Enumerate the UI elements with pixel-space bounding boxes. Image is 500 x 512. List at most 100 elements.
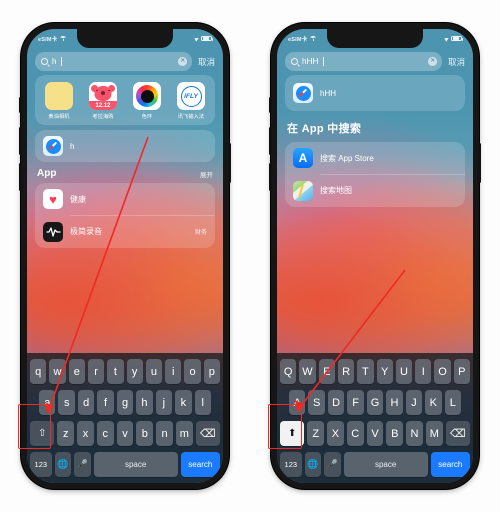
search-key[interactable]: search: [430, 452, 471, 477]
mic-icon[interactable]: 🎤: [324, 452, 341, 477]
safari-suggestion-card[interactable]: h: [35, 130, 215, 162]
key-x[interactable]: x: [77, 421, 94, 446]
list-item[interactable]: h: [35, 130, 215, 162]
table-row[interactable]: ♥ 健康: [35, 183, 215, 215]
shift-key[interactable]: ⬆: [280, 421, 305, 446]
app-cell-kaola[interactable]: 12.12 考拉海购: [81, 82, 125, 120]
cancel-button[interactable]: 取消: [198, 56, 215, 68]
key-y[interactable]: Y: [376, 359, 393, 384]
key-s[interactable]: S: [308, 390, 325, 415]
search-input[interactable]: hHH ✕: [285, 52, 442, 71]
key-t[interactable]: T: [357, 359, 374, 384]
power-button[interactable]: [478, 143, 481, 183]
search-key[interactable]: search: [180, 452, 221, 477]
key-m[interactable]: m: [175, 421, 193, 446]
key-y[interactable]: y: [126, 359, 143, 384]
globe-icon[interactable]: 🌐: [54, 452, 72, 477]
key-k[interactable]: k: [175, 390, 192, 415]
key-u[interactable]: u: [145, 359, 163, 384]
key-c[interactable]: c: [96, 421, 114, 446]
app-cell-butter-camera[interactable]: 黄油相机: [37, 82, 81, 120]
power-button[interactable]: [228, 143, 231, 183]
key-f[interactable]: f: [97, 390, 114, 415]
key-h[interactable]: h: [136, 390, 153, 415]
key-p[interactable]: P: [453, 359, 470, 384]
key-d[interactable]: d: [77, 390, 95, 415]
key-h[interactable]: H: [386, 390, 403, 415]
key-n[interactable]: N: [406, 421, 423, 446]
key-a[interactable]: a: [39, 390, 56, 415]
shift-key[interactable]: ⇧: [30, 421, 55, 446]
safari-icon: [293, 83, 313, 103]
backspace-key[interactable]: ⌫: [445, 421, 470, 446]
numeric-key[interactable]: 123: [30, 452, 52, 477]
key-i[interactable]: I: [415, 359, 432, 384]
cancel-button[interactable]: 取消: [448, 56, 465, 68]
volume-up-button[interactable]: [19, 127, 22, 155]
backspace-key[interactable]: ⌫: [195, 421, 220, 446]
key-p[interactable]: p: [203, 359, 220, 384]
key-l[interactable]: L: [444, 390, 461, 415]
volume-down-button[interactable]: [269, 163, 272, 191]
key-i[interactable]: i: [165, 359, 182, 384]
key-t[interactable]: t: [107, 359, 124, 384]
key-k[interactable]: K: [425, 390, 442, 415]
mute-switch[interactable]: [269, 97, 272, 113]
globe-icon[interactable]: 🌐: [304, 452, 322, 477]
keyboard-row-2: A S D F G H J K L: [280, 390, 470, 415]
table-row[interactable]: 搜索地图: [285, 175, 465, 207]
key-r[interactable]: r: [87, 359, 105, 384]
search-value: h: [52, 57, 57, 66]
space-key[interactable]: space: [93, 452, 178, 477]
keyboard: Q W E R T Y U I O P A S D F G H J K L ⬆ …: [277, 353, 473, 483]
key-v[interactable]: v: [116, 421, 134, 446]
key-o[interactable]: O: [434, 359, 451, 384]
key-a[interactable]: A: [289, 390, 306, 415]
key-f[interactable]: F: [347, 390, 364, 415]
app-cell-ifly[interactable]: iFLY 讯飞输入法: [169, 82, 213, 120]
key-o[interactable]: o: [184, 359, 201, 384]
table-row[interactable]: 极简录音 财务: [35, 216, 215, 248]
numeric-key[interactable]: 123: [280, 452, 302, 477]
kaola-badge: 12.12: [89, 101, 117, 110]
key-b[interactable]: b: [136, 421, 154, 446]
key-s[interactable]: s: [58, 390, 75, 415]
volume-down-button[interactable]: [19, 163, 22, 191]
key-q[interactable]: Q: [280, 359, 297, 384]
keyboard-row-1: Q W E R T Y U I O P: [280, 359, 470, 384]
key-g[interactable]: g: [116, 390, 134, 415]
key-q[interactable]: q: [30, 359, 47, 384]
key-j[interactable]: J: [405, 390, 423, 415]
key-g[interactable]: G: [366, 390, 384, 415]
expand-button[interactable]: 展开: [200, 169, 213, 179]
search-input[interactable]: h ✕: [35, 52, 192, 71]
key-w[interactable]: W: [299, 359, 316, 384]
key-w[interactable]: w: [49, 359, 66, 384]
key-m[interactable]: M: [425, 421, 443, 446]
key-d[interactable]: D: [327, 390, 345, 415]
key-n[interactable]: n: [156, 421, 173, 446]
clear-circle-icon[interactable]: ✕: [428, 57, 437, 66]
list-item[interactable]: hHH: [285, 75, 465, 111]
key-l[interactable]: l: [194, 390, 211, 415]
safari-suggestion-card[interactable]: hHH: [285, 75, 465, 111]
key-e[interactable]: e: [68, 359, 85, 384]
key-b[interactable]: B: [386, 421, 404, 446]
key-e[interactable]: E: [318, 359, 335, 384]
result-trailing: 财务: [194, 230, 207, 236]
key-z[interactable]: z: [57, 421, 75, 446]
key-x[interactable]: X: [327, 421, 344, 446]
key-v[interactable]: V: [366, 421, 384, 446]
clear-circle-icon[interactable]: ✕: [178, 57, 187, 66]
key-z[interactable]: Z: [307, 421, 325, 446]
key-j[interactable]: j: [155, 390, 173, 415]
mute-switch[interactable]: [19, 97, 22, 113]
volume-up-button[interactable]: [269, 127, 272, 155]
key-r[interactable]: R: [337, 359, 355, 384]
space-key[interactable]: space: [343, 452, 428, 477]
mic-icon[interactable]: 🎤: [74, 452, 91, 477]
app-cell-color-ring[interactable]: 色环: [125, 82, 169, 120]
key-c[interactable]: C: [346, 421, 364, 446]
key-u[interactable]: U: [395, 359, 413, 384]
table-row[interactable]: A 搜索 App Store: [285, 142, 465, 174]
